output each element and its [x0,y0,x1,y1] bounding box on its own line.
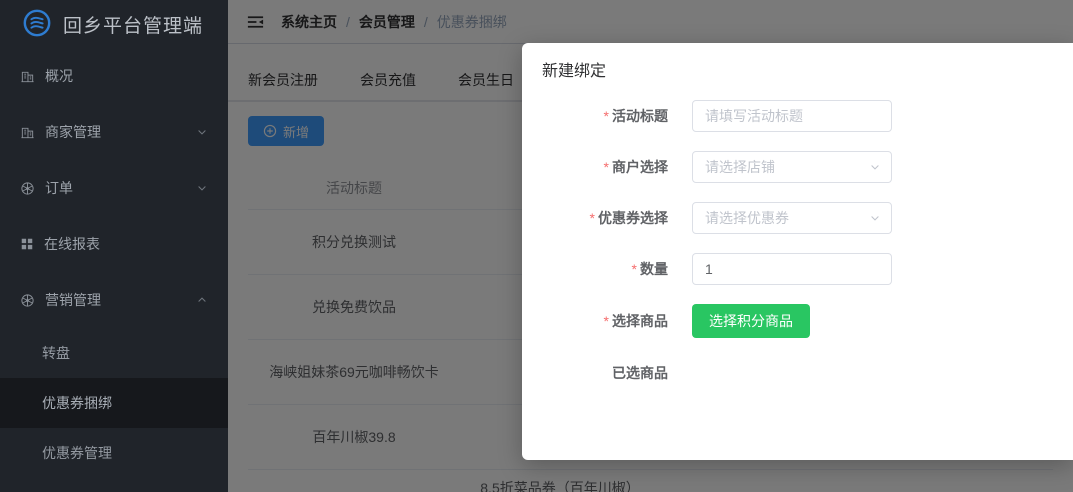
field-label-text: 商户选择 [612,159,668,175]
sidebar-item-在线报表[interactable]: 在线报表 [0,216,228,272]
dialog-form: *活动标题*商户选择请选择店铺*优惠券选择请选择优惠券*数量*选择商品选择积分商… [542,100,1053,389]
商户选择-select[interactable]: 请选择店铺 [692,151,892,183]
field-label: 已选商品 [542,363,668,383]
sidebar-item-营销管理[interactable]: 营销管理 [0,272,228,328]
sidebar-item-label: 概况 [45,66,73,86]
required-asterisk: * [590,210,595,226]
field-label-text: 活动标题 [612,108,668,124]
chevron-down-icon [869,161,881,173]
chevron-down-icon [869,212,881,224]
sidebar-subitem-label: 优惠券管理 [42,443,112,463]
form-row-已选商品: 已选商品 [542,357,1053,389]
活动标题-input[interactable] [692,100,892,132]
field-label-text: 选择商品 [612,313,668,329]
sidebar-subitem-label: 优惠券捆绑 [42,393,112,413]
required-asterisk: * [604,159,609,175]
form-row-选择商品: *选择商品 选择积分商品 [542,304,1053,338]
form-row-商户选择: *商户选择 请选择店铺 [542,151,1053,183]
form-row-数量: *数量 [542,253,1053,285]
sidebar-menu: 概况商家管理订单在线报表营销管理转盘优惠券捆绑优惠券管理 [0,48,228,478]
chevron-up-icon [196,294,208,306]
sidebar: 回乡平台管理端 概况商家管理订单在线报表营销管理转盘优惠券捆绑优惠券管理 [0,0,228,492]
chevron-down-icon [196,182,208,194]
field-label-text: 已选商品 [612,365,668,381]
field-label: *商户选择 [542,157,668,177]
form-row-优惠券选择: *优惠券选择 请选择优惠券 [542,202,1053,234]
sidebar-item-label: 订单 [45,178,73,198]
sidebar-subitem-label: 转盘 [42,343,70,363]
sidebar-subitem-转盘[interactable]: 转盘 [0,328,228,378]
new-binding-dialog: 新建绑定 *活动标题*商户选择请选择店铺*优惠券选择请选择优惠券*数量*选择商品… [522,43,1073,460]
sidebar-item-商家管理[interactable]: 商家管理 [0,104,228,160]
form-row-活动标题: *活动标题 [542,100,1053,132]
chevron-down-icon [196,126,208,138]
sidebar-subitem-优惠券管理[interactable]: 优惠券管理 [0,428,228,478]
building-icon [20,69,35,84]
sidebar-item-概况[interactable]: 概况 [0,48,228,104]
required-asterisk: * [604,108,609,124]
required-asterisk: * [604,313,609,329]
wheel-icon [20,181,35,196]
select-placeholder: 请选择店铺 [705,157,775,177]
dialog-title: 新建绑定 [542,61,1053,83]
building-icon [20,125,35,140]
sidebar-subitem-优惠券捆绑[interactable]: 优惠券捆绑 [0,378,228,428]
field-label-text: 优惠券选择 [598,210,668,226]
field-label-text: 数量 [640,261,668,277]
sidebar-item-订单[interactable]: 订单 [0,160,228,216]
sidebar-item-label: 营销管理 [45,290,101,310]
field-label: *优惠券选择 [542,208,668,228]
优惠券选择-select[interactable]: 请选择优惠券 [692,202,892,234]
select-placeholder: 请选择优惠券 [705,208,789,228]
field-label: *选择商品 [542,311,668,331]
logo-icon [22,8,52,41]
sidebar-item-label: 商家管理 [45,122,101,142]
field-label: *数量 [542,259,668,279]
select-points-product-button[interactable]: 选择积分商品 [692,304,810,338]
app-title: 回乡平台管理端 [63,11,203,38]
数量-input[interactable] [692,253,892,285]
sidebar-item-label: 在线报表 [44,234,100,254]
required-asterisk: * [632,261,637,277]
grid-icon [20,237,34,251]
wheel-icon [20,293,35,308]
field-label: *活动标题 [542,106,668,126]
app-logo: 回乡平台管理端 [0,0,228,48]
